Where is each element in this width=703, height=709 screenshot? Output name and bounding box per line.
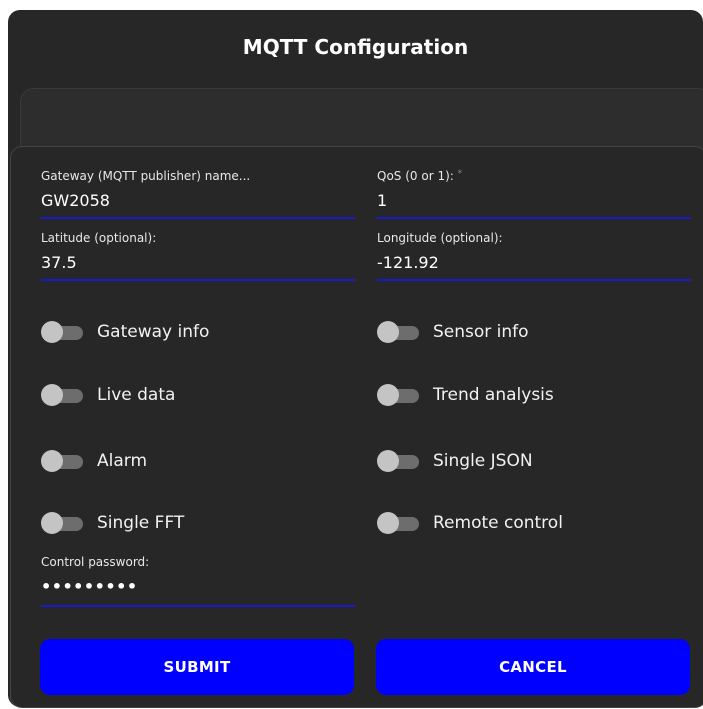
toggle-knob <box>377 512 399 534</box>
toggle-remote-control[interactable]: Remote control <box>377 508 563 538</box>
toggle-knob <box>41 512 63 534</box>
toggle-alarm[interactable]: Alarm <box>41 446 147 476</box>
toggle-gateway-info[interactable]: Gateway info <box>41 317 209 347</box>
toggle-trend-analysis[interactable]: Trend analysis <box>377 380 554 410</box>
latitude-value[interactable]: 37.5 <box>41 253 77 272</box>
toggle-live-data-label: Live data <box>97 385 176 405</box>
required-mark: * <box>457 169 463 179</box>
toggle-knob <box>41 450 63 472</box>
toggle-switch[interactable] <box>377 512 419 534</box>
longitude-label: Longitude (optional): <box>377 231 503 245</box>
gateway-name-label: Gateway (MQTT publisher) name... <box>41 169 251 183</box>
toggle-alarm-label: Alarm <box>97 451 148 471</box>
toggle-knob <box>41 321 63 343</box>
toggle-single-json-label: Single JSON <box>433 451 533 471</box>
qos-label: QoS (0 or 1): * <box>377 169 462 183</box>
toggle-switch[interactable] <box>41 384 83 406</box>
toggle-sensor-info[interactable]: Sensor info <box>377 317 529 347</box>
control-password-value[interactable]: ••••••••• <box>41 577 138 596</box>
dialog-title: MQTT Configuration <box>242 35 469 59</box>
toggle-switch[interactable] <box>377 384 419 406</box>
toggle-knob <box>41 384 63 406</box>
toggle-switch[interactable] <box>41 321 83 343</box>
toggle-single-json[interactable]: Single JSON <box>377 446 533 476</box>
latitude-field[interactable]: Latitude (optional): 37.5 <box>41 223 355 281</box>
toggle-knob <box>377 321 399 343</box>
toggle-switch[interactable] <box>41 450 83 472</box>
cancel-button[interactable]: CANCEL <box>376 639 690 695</box>
submit-button[interactable]: SUBMIT <box>40 639 354 695</box>
toggle-sensor-info-label: Sensor info <box>433 322 529 342</box>
qos-field[interactable]: QoS (0 or 1): * 1 <box>377 161 691 219</box>
form-panel: Gateway (MQTT publisher) name... GW2058 … <box>10 146 703 708</box>
toggle-switch[interactable] <box>377 450 419 472</box>
qos-label-text: QoS (0 or 1): <box>377 169 454 183</box>
toggle-switch[interactable] <box>41 512 83 534</box>
toggle-trend-analysis-label: Trend analysis <box>433 385 554 405</box>
toggle-knob <box>377 384 399 406</box>
toggle-switch[interactable] <box>377 321 419 343</box>
latitude-label: Latitude (optional): <box>41 231 157 245</box>
control-password-field[interactable]: Control password: ••••••••• <box>41 547 355 607</box>
gateway-name-field[interactable]: Gateway (MQTT publisher) name... GW2058 <box>41 161 355 219</box>
toggle-live-data[interactable]: Live data <box>41 380 175 410</box>
toggle-gateway-info-label: Gateway info <box>97 322 210 342</box>
gateway-name-value[interactable]: GW2058 <box>41 191 110 210</box>
longitude-field[interactable]: Longitude (optional): -121.92 <box>377 223 691 281</box>
toggle-single-fft-label: Single FFT <box>97 513 185 533</box>
toggle-remote-control-label: Remote control <box>433 513 563 533</box>
toggle-single-fft[interactable]: Single FFT <box>41 508 184 538</box>
control-password-label: Control password: <box>41 555 150 569</box>
longitude-value[interactable]: -121.92 <box>377 253 439 272</box>
qos-value[interactable]: 1 <box>377 191 387 210</box>
toggle-knob <box>377 450 399 472</box>
